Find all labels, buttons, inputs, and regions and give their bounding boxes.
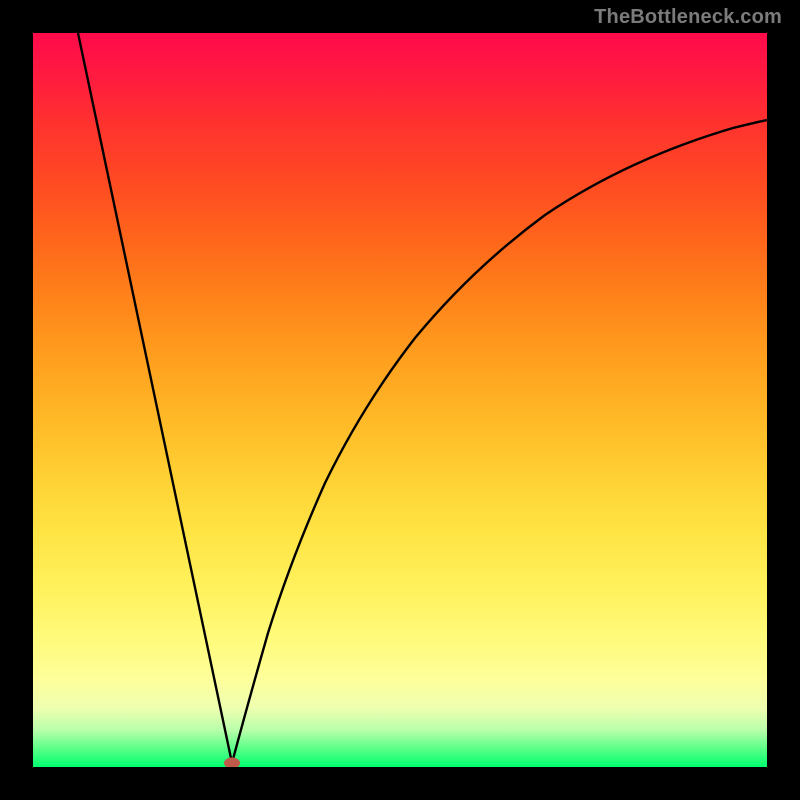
plot-area bbox=[33, 33, 767, 767]
watermark-text: TheBottleneck.com bbox=[594, 6, 782, 29]
curve-left-branch bbox=[78, 33, 232, 763]
bottleneck-curve bbox=[33, 33, 767, 767]
curve-right-branch bbox=[232, 120, 767, 763]
optimal-point-marker bbox=[224, 758, 240, 768]
chart-frame: TheBottleneck.com bbox=[0, 0, 800, 800]
